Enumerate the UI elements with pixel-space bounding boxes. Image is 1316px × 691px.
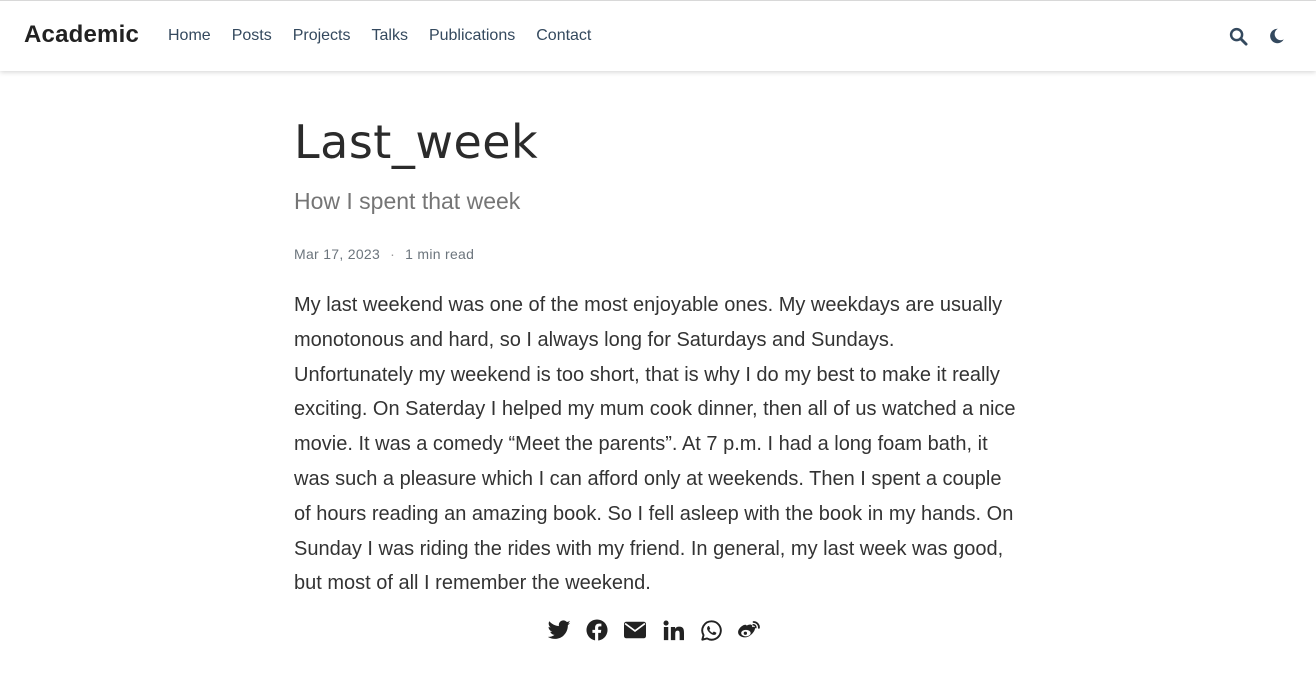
article-body: My last weekend was one of the most enjo… — [294, 294, 1016, 595]
nav-link-posts[interactable]: Posts — [232, 26, 272, 46]
page-subtitle: How I spent that week — [294, 188, 521, 214]
linkedin-icon[interactable] — [661, 618, 685, 642]
weibo-icon[interactable] — [737, 618, 761, 642]
nav-link-publications[interactable]: Publications — [429, 26, 515, 46]
article-meta: Mar 17, 2023 · 1 min read — [294, 244, 1016, 264]
nav-menu: Home Posts Projects Talks Publications C… — [168, 26, 612, 46]
moon-icon[interactable] — [1266, 26, 1286, 46]
share-bar — [547, 618, 761, 642]
article: Last_week How I spent that week Mar 17, … — [294, 110, 1016, 601]
meta-separator: · — [390, 246, 396, 262]
brand-logo[interactable]: Academic — [24, 21, 139, 49]
facebook-icon[interactable] — [585, 618, 609, 642]
publish-date: Mar 17, 2023 — [294, 246, 381, 262]
reading-time: 1 min read — [405, 246, 475, 262]
nav-link-talks[interactable]: Talks — [372, 26, 408, 46]
nav-icons — [1228, 26, 1286, 46]
nav-link-home[interactable]: Home — [168, 26, 211, 46]
navbar: Academic Home Posts Projects Talks Publi… — [0, 0, 1316, 71]
nav-link-projects[interactable]: Projects — [293, 26, 351, 46]
page-title: Last_week — [294, 115, 539, 169]
email-icon[interactable] — [623, 618, 647, 642]
nav-link-contact[interactable]: Contact — [536, 26, 591, 46]
whatsapp-icon[interactable] — [699, 618, 723, 642]
search-icon[interactable] — [1228, 26, 1248, 46]
twitter-icon[interactable] — [547, 618, 571, 642]
